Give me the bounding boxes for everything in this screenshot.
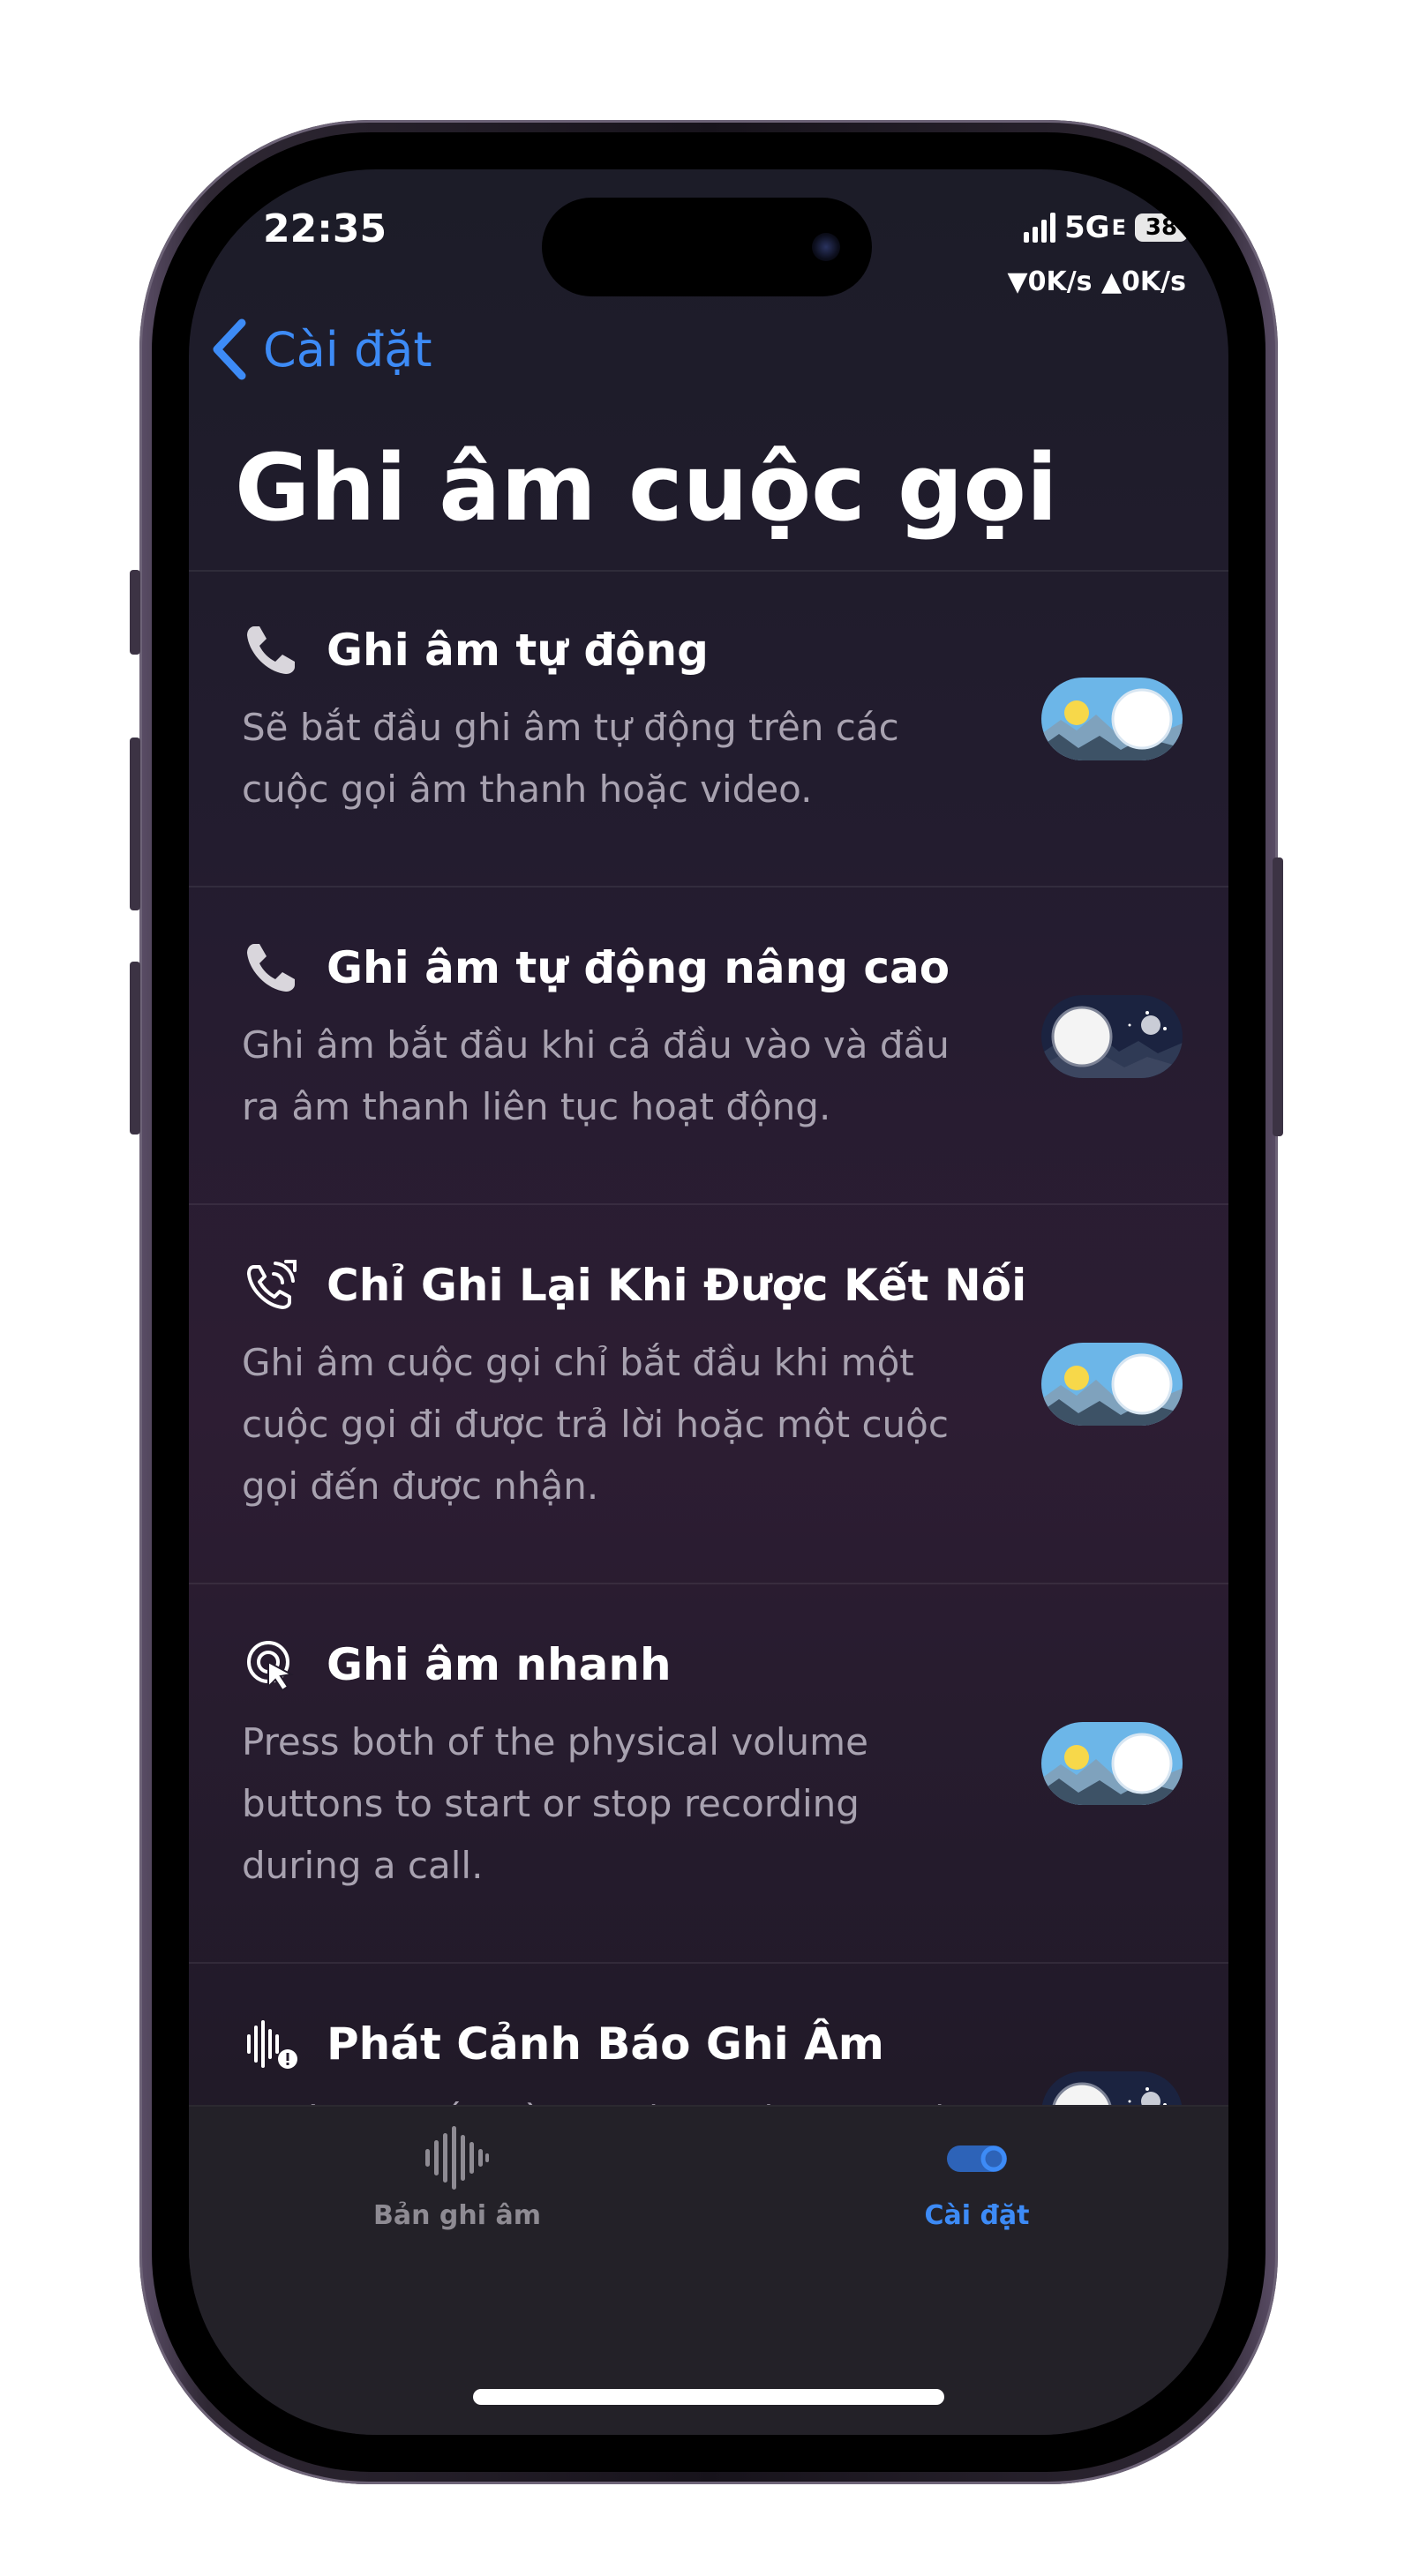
phone-icon	[242, 939, 300, 997]
phone-icon	[242, 621, 300, 679]
setting-description: Press both of the physical volume button…	[242, 1720, 868, 1887]
signal-icon	[1024, 213, 1056, 243]
tab-label: Cài đặt	[924, 2200, 1030, 2231]
battery-icon: 38	[1135, 213, 1193, 242]
action-button	[130, 570, 140, 655]
toggle-icon	[947, 2145, 1007, 2172]
phone-connected-icon	[242, 1256, 300, 1314]
toggle-auto-record[interactable]	[1041, 678, 1183, 760]
setting-title: Ghi âm tự động nâng cao	[327, 942, 950, 993]
tab-label: Bản ghi âm	[373, 2200, 541, 2231]
waveform-alert-icon	[242, 2015, 300, 2073]
power-button	[1273, 857, 1283, 1136]
divider	[189, 1583, 1228, 1584]
volume-up-button	[130, 738, 140, 910]
status-time: 22:35	[263, 206, 387, 251]
network-sub: E	[1111, 215, 1126, 240]
page-title: Ghi âm cuộc gọi	[235, 434, 1058, 542]
volume-down-button	[130, 962, 140, 1134]
tab-recordings[interactable]: Bản ghi âm	[298, 2124, 616, 2231]
setting-description: Ghi âm bắt đầu khi cả đầu vào và đầu ra …	[242, 1023, 950, 1128]
battery-level: 38	[1145, 214, 1178, 241]
setting-title: Chỉ Ghi Lại Khi Được Kết Nối	[327, 1260, 1027, 1311]
setting-title: Ghi âm nhanh	[327, 1639, 672, 1690]
status-indicators: 5G E 38	[1024, 210, 1193, 245]
net-speed: ▼0K/s ▲0K/s	[1007, 266, 1186, 297]
home-indicator[interactable]	[473, 2389, 944, 2405]
divider	[189, 886, 1228, 887]
tab-settings[interactable]: Cài đặt	[818, 2124, 1136, 2231]
front-camera-icon	[812, 233, 840, 261]
phone-screen: 22:35 5G E 38 ▼0K/s ▲0K/s Cài đặt Ghi âm…	[189, 169, 1228, 2435]
back-label: Cài đặt	[263, 321, 432, 378]
divider	[189, 1203, 1228, 1205]
toggle-quick-record[interactable]	[1041, 1722, 1183, 1805]
network-type: 5G	[1064, 210, 1110, 245]
setting-title: Phát Cảnh Báo Ghi Âm	[327, 2018, 884, 2070]
chevron-left-icon	[213, 318, 246, 380]
divider	[189, 570, 1228, 572]
toggle-record-when-connected[interactable]	[1041, 1343, 1183, 1426]
setting-title: Ghi âm tự động	[327, 625, 709, 676]
quick-record-icon	[242, 1636, 300, 1694]
toggle-advanced-auto-record[interactable]	[1041, 995, 1183, 1078]
setting-description: Sẽ bắt đầu ghi âm tự động trên các cuộc …	[242, 706, 899, 811]
waveform-icon	[425, 2126, 489, 2190]
tab-bar: Bản ghi âm Cài đặt	[189, 2105, 1228, 2435]
back-button[interactable]: Cài đặt	[210, 318, 432, 381]
divider	[189, 1962, 1228, 1964]
dynamic-island	[542, 198, 872, 296]
setting-description: Ghi âm cuộc gọi chỉ bắt đầu khi một cuộc…	[242, 1341, 949, 1508]
